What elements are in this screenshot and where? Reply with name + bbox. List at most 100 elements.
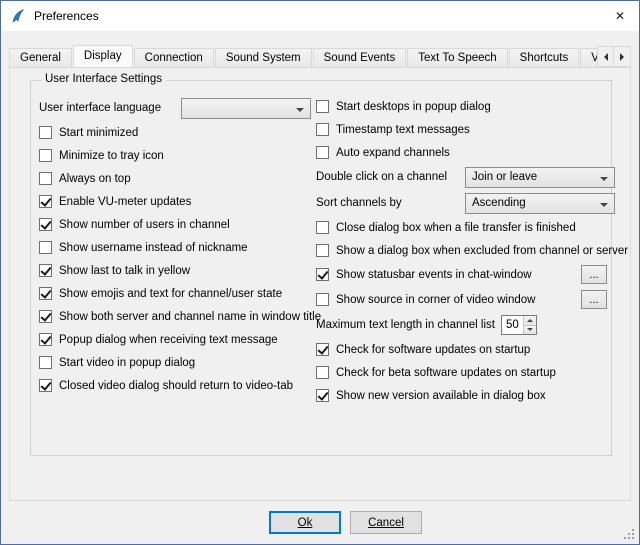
tab-scroll-left-button[interactable] xyxy=(597,46,614,67)
language-select[interactable] xyxy=(181,98,311,119)
checkbox-row-timestamp-messages[interactable]: Timestamp text messages xyxy=(316,118,615,141)
checkbox-label: Popup dialog when receiving text message xyxy=(59,334,278,346)
arrow-down-icon xyxy=(527,328,533,331)
checkbox-row-emojis-state[interactable]: Show emojis and text for channel/user st… xyxy=(39,282,311,305)
double-click-value: Join or leave xyxy=(472,171,594,183)
checkbox-row-vu-meter[interactable]: Enable VU-meter updates xyxy=(39,190,311,213)
checkbox-label: Show source in corner of video window xyxy=(336,294,535,306)
user-interface-settings-group: User Interface Settings User interface l… xyxy=(30,80,612,456)
checkbox[interactable] xyxy=(316,100,329,113)
checkbox-row-server-channel-title[interactable]: Show both server and channel name in win… xyxy=(39,305,311,328)
checkbox-label: Always on top xyxy=(59,173,131,185)
checkbox[interactable] xyxy=(39,218,52,231)
checkbox-label: Show a dialog box when excluded from cha… xyxy=(336,245,628,257)
double-click-label: Double click on a channel xyxy=(316,171,447,183)
checkbox[interactable] xyxy=(39,333,52,346)
tab-shortcuts[interactable]: Shortcuts xyxy=(509,48,580,67)
group-title: User Interface Settings xyxy=(41,73,166,85)
close-button[interactable]: ✕ xyxy=(601,1,639,31)
checkbox[interactable] xyxy=(316,366,329,379)
checkbox[interactable] xyxy=(39,379,52,392)
window-title: Preferences xyxy=(34,9,99,23)
tab-connection[interactable]: Connection xyxy=(134,48,214,67)
tab-general[interactable]: General xyxy=(9,48,72,67)
titlebar[interactable]: Preferences ✕ xyxy=(1,1,639,31)
checkbox-row-closed-video-return[interactable]: Closed video dialog should return to vid… xyxy=(39,374,311,397)
checkbox[interactable] xyxy=(39,264,52,277)
checkbox-row-popup-text-message[interactable]: Popup dialog when receiving text message xyxy=(39,328,311,351)
checkbox[interactable] xyxy=(316,146,329,159)
checkbox[interactable] xyxy=(316,268,329,281)
app-logo-icon xyxy=(10,8,26,24)
cancel-button[interactable]: Cancel xyxy=(350,511,422,534)
checkbox[interactable] xyxy=(316,389,329,402)
checkbox-row-username-nickname[interactable]: Show username instead of nickname xyxy=(39,236,311,259)
display-tab-pane: User Interface Settings User interface l… xyxy=(9,67,631,501)
arrow-left-icon xyxy=(604,53,608,61)
spin-down-button[interactable] xyxy=(524,326,536,335)
checkbox-row-desktops-popup[interactable]: Start desktops in popup dialog xyxy=(316,95,615,118)
spin-up-button[interactable] xyxy=(524,316,536,326)
dialog-buttons: Ok Cancel xyxy=(269,511,422,534)
left-column: User interface language Start minimized … xyxy=(39,95,311,397)
checkbox-row-close-file-transfer[interactable]: Close dialog box when a file transfer is… xyxy=(316,216,615,239)
checkbox-row-new-version-dialog[interactable]: Show new version available in dialog box xyxy=(316,384,615,407)
checkbox-row-minimize-tray[interactable]: Minimize to tray icon xyxy=(39,144,311,167)
tab-display[interactable]: Display xyxy=(73,45,133,67)
checkbox-row-check-updates[interactable]: Check for software updates on startup xyxy=(316,338,615,361)
checkbox-row-always-on-top[interactable]: Always on top xyxy=(39,167,311,190)
checkbox-label: Show statusbar events in chat-window xyxy=(336,269,532,281)
checkbox[interactable] xyxy=(316,221,329,234)
tab-text-to-speech[interactable]: Text To Speech xyxy=(407,48,507,67)
checkbox-label: Close dialog box when a file transfer is… xyxy=(336,222,576,234)
sort-channels-row: Sort channels by Ascending xyxy=(316,190,615,216)
checkbox[interactable] xyxy=(39,172,52,185)
chevron-down-icon xyxy=(600,203,608,207)
sort-channels-select[interactable]: Ascending xyxy=(465,193,615,214)
checkbox-label: Closed video dialog should return to vid… xyxy=(59,380,293,392)
cancel-button-label: Cancel xyxy=(368,517,404,529)
checkbox[interactable] xyxy=(39,287,52,300)
checkbox-label: Minimize to tray icon xyxy=(59,150,164,162)
spinner-value: 50 xyxy=(502,316,523,334)
tab-sound-events[interactable]: Sound Events xyxy=(313,48,407,67)
checkbox-label: Timestamp text messages xyxy=(336,124,470,136)
checkbox[interactable] xyxy=(39,241,52,254)
checkbox-row-video-source-corner[interactable]: Show source in corner of video window ..… xyxy=(316,287,615,312)
checkbox-row-check-beta-updates[interactable]: Check for beta software updates on start… xyxy=(316,361,615,384)
language-row: User interface language xyxy=(39,95,311,121)
checkbox[interactable] xyxy=(316,123,329,136)
checkbox-row-statusbar-events[interactable]: Show statusbar events in chat-window ... xyxy=(316,262,615,287)
checkbox-label: Show number of users in channel xyxy=(59,219,230,231)
resize-grip[interactable] xyxy=(622,527,635,540)
max-text-length-label: Maximum text length in channel list xyxy=(316,319,495,331)
double-click-row: Double click on a channel Join or leave xyxy=(316,164,615,190)
tab-scroll-buttons xyxy=(597,46,631,67)
checkbox-row-video-popup[interactable]: Start video in popup dialog xyxy=(39,351,311,374)
checkbox-row-start-minimized[interactable]: Start minimized xyxy=(39,121,311,144)
checkbox[interactable] xyxy=(39,356,52,369)
checkbox[interactable] xyxy=(316,293,329,306)
max-text-length-spinner[interactable]: 50 xyxy=(501,315,537,335)
video-source-more-button[interactable]: ... xyxy=(581,290,607,309)
checkbox-row-excluded-dialog[interactable]: Show a dialog box when excluded from cha… xyxy=(316,239,615,262)
checkbox-row-show-user-count[interactable]: Show number of users in channel xyxy=(39,213,311,236)
checkbox[interactable] xyxy=(316,244,329,257)
right-column: Start desktops in popup dialog Timestamp… xyxy=(316,95,615,407)
checkbox[interactable] xyxy=(39,149,52,162)
checkbox[interactable] xyxy=(39,310,52,323)
double-click-select[interactable]: Join or leave xyxy=(465,167,615,188)
checkbox-label: Auto expand channels xyxy=(336,147,450,159)
checkbox[interactable] xyxy=(39,126,52,139)
tab-sound-system[interactable]: Sound System xyxy=(215,48,312,67)
checkbox-label: Show last to talk in yellow xyxy=(59,265,190,277)
checkbox[interactable] xyxy=(39,195,52,208)
checkbox-label: Enable VU-meter updates xyxy=(59,196,191,208)
checkbox-label: Show emojis and text for channel/user st… xyxy=(59,288,282,300)
tab-scroll-right-button[interactable] xyxy=(614,46,631,67)
checkbox-row-last-talk-yellow[interactable]: Show last to talk in yellow xyxy=(39,259,311,282)
statusbar-events-more-button[interactable]: ... xyxy=(581,265,607,284)
checkbox-row-auto-expand[interactable]: Auto expand channels xyxy=(316,141,615,164)
ok-button[interactable]: Ok xyxy=(269,511,341,534)
checkbox[interactable] xyxy=(316,343,329,356)
